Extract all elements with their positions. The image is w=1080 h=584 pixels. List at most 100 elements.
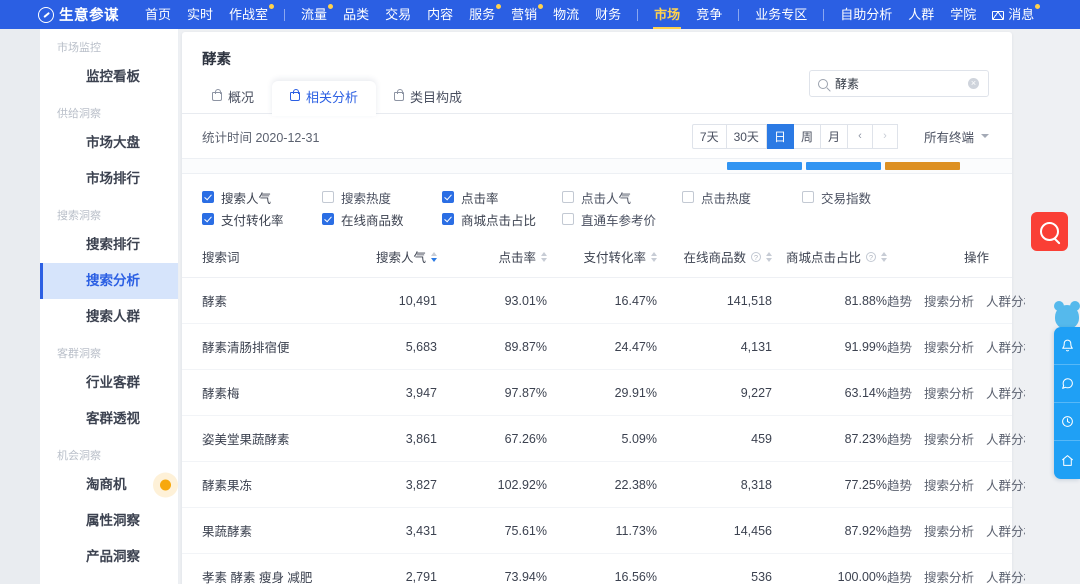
- bag-icon: [394, 89, 405, 101]
- action-搜索分析[interactable]: 搜索分析: [924, 291, 974, 310]
- nav-item-label: 学院: [950, 7, 977, 22]
- checkbox-点击人气[interactable]: 点击人气: [562, 186, 682, 208]
- action-人群分析[interactable]: 人群分析: [986, 567, 1025, 584]
- search-value: 酵素: [835, 77, 860, 91]
- range-7天[interactable]: 7天: [691, 123, 727, 149]
- action-搜索分析[interactable]: 搜索分析: [924, 429, 974, 448]
- magnifier-chart-icon[interactable]: [1031, 212, 1068, 251]
- sort-icon[interactable]: [431, 251, 437, 262]
- cell-ctr: 89.87%: [437, 323, 547, 370]
- brand-logo[interactable]: 生意参谋: [38, 4, 119, 25]
- action-搜索分析[interactable]: 搜索分析: [924, 567, 974, 584]
- column-header-在线商品数[interactable]: 在线商品数?: [657, 236, 772, 278]
- checkbox-在线商品数[interactable]: 在线商品数: [322, 208, 442, 230]
- nav-item-label: 业务专区: [755, 7, 808, 22]
- sort-icon[interactable]: [651, 251, 657, 262]
- sort-icon[interactable]: [881, 251, 887, 262]
- action-趋势[interactable]: 趋势: [887, 567, 912, 584]
- action-趋势[interactable]: 趋势: [887, 521, 912, 540]
- action-搜索分析[interactable]: 搜索分析: [924, 383, 974, 402]
- action-人群分析[interactable]: 人群分析: [986, 429, 1025, 448]
- nav-item-消息[interactable]: 消息: [984, 0, 1042, 29]
- action-趋势[interactable]: 趋势: [887, 429, 912, 448]
- checkbox-点击热度[interactable]: 点击热度: [682, 186, 802, 208]
- tab-相关分析[interactable]: 相关分析: [272, 81, 377, 116]
- range-月[interactable]: 月: [820, 123, 848, 149]
- sidebar-item-监控看板[interactable]: 监控看板: [40, 59, 178, 95]
- checkbox-搜索热度[interactable]: 搜索热度: [322, 186, 442, 208]
- nav-item-市场[interactable]: 市场: [646, 0, 688, 29]
- nav-separator: [738, 8, 740, 21]
- column-header-点击率[interactable]: 点击率: [437, 236, 547, 278]
- nav-item-自助分析[interactable]: 自助分析: [832, 0, 900, 29]
- sidebar-item-淘商机[interactable]: 淘商机: [40, 467, 178, 503]
- home-icon[interactable]: [1054, 441, 1080, 479]
- sidebar-item-市场排行[interactable]: 市场排行: [40, 161, 178, 197]
- sidebar-item-属性洞察[interactable]: 属性洞察: [40, 503, 178, 539]
- help-icon[interactable]: ?: [751, 251, 761, 262]
- range-日[interactable]: 日: [766, 123, 794, 149]
- nav-item-物流[interactable]: 物流: [545, 0, 587, 29]
- date-next-button[interactable]: ›: [872, 123, 898, 149]
- action-人群分析[interactable]: 人群分析: [986, 337, 1025, 356]
- action-人群分析[interactable]: 人群分析: [986, 521, 1025, 540]
- nav-item-业务专区[interactable]: 业务专区: [747, 0, 815, 29]
- nav-item-财务[interactable]: 财务: [587, 0, 629, 29]
- nav-item-作战室[interactable]: 作战室: [221, 0, 276, 29]
- checkbox-直通车参考价[interactable]: 直通车参考价: [562, 208, 682, 230]
- action-搜索分析[interactable]: 搜索分析: [924, 521, 974, 540]
- sidebar-item-市场大盘[interactable]: 市场大盘: [40, 125, 178, 161]
- help-icon[interactable]: ?: [866, 251, 876, 262]
- action-趋势[interactable]: 趋势: [887, 291, 912, 310]
- sidebar-item-产品洞察[interactable]: 产品洞察: [40, 539, 178, 575]
- date-prev-button[interactable]: ‹: [847, 123, 873, 149]
- action-趋势[interactable]: 趋势: [887, 337, 912, 356]
- action-人群分析[interactable]: 人群分析: [986, 383, 1025, 402]
- sidebar-item-搜索分析[interactable]: 搜索分析: [40, 263, 178, 299]
- clear-icon[interactable]: ×: [968, 78, 979, 89]
- range-周[interactable]: 周: [793, 123, 821, 149]
- checkbox-支付转化率[interactable]: 支付转化率: [202, 208, 322, 230]
- action-搜索分析[interactable]: 搜索分析: [924, 475, 974, 494]
- checkbox-商城点击占比[interactable]: 商城点击占比: [442, 208, 562, 230]
- checkbox-搜索人气[interactable]: 搜索人气: [202, 186, 322, 208]
- action-趋势[interactable]: 趋势: [887, 475, 912, 494]
- sidebar-item-行业客群[interactable]: 行业客群: [40, 365, 178, 401]
- action-趋势[interactable]: 趋势: [887, 383, 912, 402]
- chat-icon[interactable]: [1054, 365, 1080, 403]
- bell-icon[interactable]: [1054, 327, 1080, 365]
- nav-item-营销[interactable]: 营销: [503, 0, 545, 29]
- nav-item-首页[interactable]: 首页: [137, 0, 179, 29]
- sidebar-item-客群透视[interactable]: 客群透视: [40, 401, 178, 437]
- checkbox-交易指数[interactable]: 交易指数: [802, 186, 922, 208]
- nav-item-label: 自助分析: [840, 7, 893, 22]
- sidebar-item-搜索排行[interactable]: 搜索排行: [40, 227, 178, 263]
- nav-item-实时[interactable]: 实时: [179, 0, 221, 29]
- nav-item-人群[interactable]: 人群: [900, 0, 942, 29]
- sidebar-item-搜索人群[interactable]: 搜索人群: [40, 299, 178, 335]
- nav-item-服务[interactable]: 服务: [461, 0, 503, 29]
- nav-item-流量[interactable]: 流量: [293, 0, 335, 29]
- nav-item-交易[interactable]: 交易: [377, 0, 419, 29]
- tab-概况[interactable]: 概况: [194, 81, 272, 113]
- sort-icon[interactable]: [766, 251, 772, 262]
- action-人群分析[interactable]: 人群分析: [986, 475, 1025, 494]
- action-人群分析[interactable]: 人群分析: [986, 291, 1025, 310]
- column-header-支付转化率[interactable]: 支付转化率: [547, 236, 657, 278]
- nav-item-品类[interactable]: 品类: [335, 0, 377, 29]
- sidebar-group-title: 市场监控: [57, 42, 101, 54]
- sort-icon[interactable]: [541, 251, 547, 262]
- search-input[interactable]: 酵素 ×: [809, 70, 989, 97]
- tab-类目构成[interactable]: 类目构成: [376, 81, 480, 113]
- terminal-select[interactable]: 所有终端: [924, 127, 989, 146]
- checkbox-点击率[interactable]: 点击率: [442, 186, 562, 208]
- nav-item-学院[interactable]: 学院: [942, 0, 984, 29]
- column-header-搜索人气[interactable]: 搜索人气: [327, 236, 437, 278]
- nav-item-竞争[interactable]: 竞争: [688, 0, 730, 29]
- range-30天[interactable]: 30天: [726, 123, 767, 149]
- checkbox-box: [442, 213, 454, 225]
- clock-icon[interactable]: [1054, 403, 1080, 441]
- nav-item-内容[interactable]: 内容: [419, 0, 461, 29]
- action-搜索分析[interactable]: 搜索分析: [924, 337, 974, 356]
- column-header-商城点击占比[interactable]: 商城点击占比?: [772, 236, 887, 278]
